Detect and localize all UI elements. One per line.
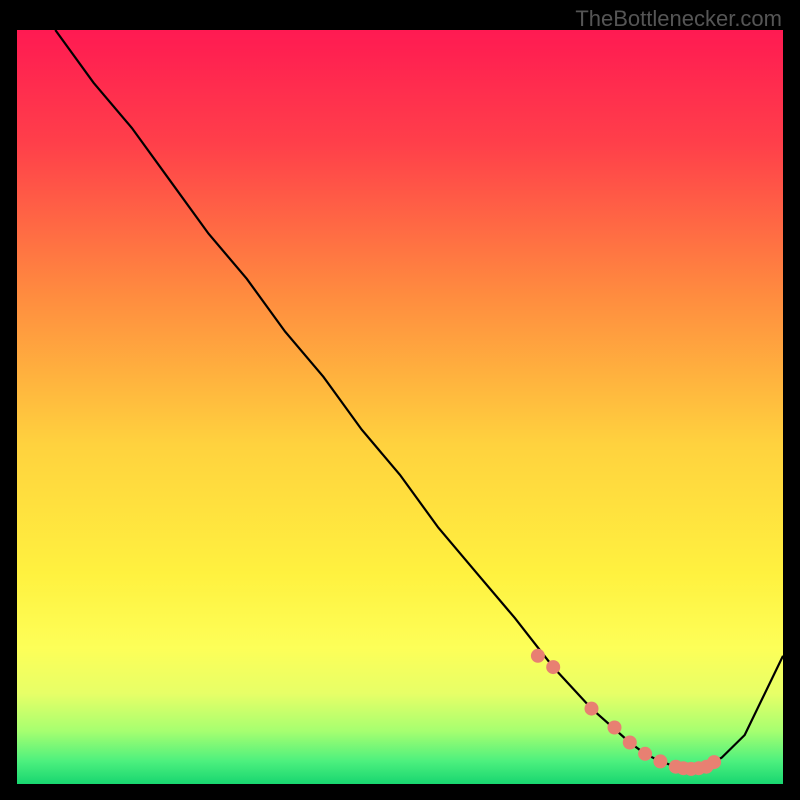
watermark-text: TheBottlenecker.com [575,6,782,32]
highlight-marker [653,754,667,768]
highlight-marker [608,721,622,735]
highlight-marker [546,660,560,674]
highlight-marker [531,649,545,663]
highlight-marker [638,747,652,761]
highlight-marker [623,736,637,750]
chart-plot-area [17,30,783,784]
highlight-marker [585,702,599,716]
chart-svg [17,30,783,784]
highlight-marker [707,755,721,769]
gradient-background [17,30,783,784]
